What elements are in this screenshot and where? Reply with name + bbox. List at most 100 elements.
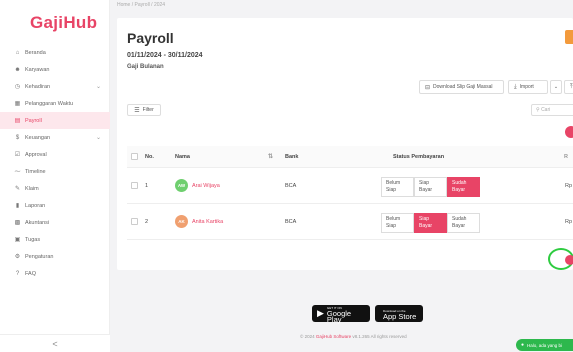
app-store-links: ▶ GET IT ON Google Play Download on the Ap…: [312, 305, 423, 324]
dollar-icon: $: [15, 134, 20, 141]
clock-icon: ◷: [14, 84, 21, 90]
row-number: 1: [145, 183, 149, 189]
import-button[interactable]: ⤓ Import: [508, 80, 548, 94]
sidebar-item-label: Kehadiran: [25, 83, 51, 90]
payment-status-group: Belum Siap Siap Bayar Sudah Bayar: [381, 177, 480, 197]
export-button[interactable]: ⤒E: [564, 80, 573, 94]
sidebar-item-laporan[interactable]: ▮ Laporan: [0, 197, 110, 214]
chat-widget-button[interactable]: ● Halo, ada yang bi: [516, 339, 573, 351]
header-amount: R: [564, 153, 568, 160]
task-icon: ▣: [14, 237, 21, 243]
sidebar-item-label: Timeline: [25, 168, 46, 175]
sidebar-item-karyawan[interactable]: ☻ Karyawan: [0, 61, 110, 78]
header-nama[interactable]: Nama: [175, 154, 190, 160]
sidebar-item-label: Approval: [25, 151, 47, 158]
sidebar: GajiHub ⌂ Beranda ☻ Karyawan ◷ Kehadiran ⌄ ▦…: [0, 0, 110, 352]
sidebar-item-akuntansi[interactable]: ▩ Akuntansi: [0, 214, 110, 231]
sidebar-item-faq[interactable]: ? FAQ: [0, 265, 110, 282]
calendar-icon: ▦: [14, 101, 21, 107]
status-belum-siap-button[interactable]: Belum Siap: [381, 177, 414, 197]
sidebar-item-approval[interactable]: ☑ Approval: [0, 146, 110, 163]
sidebar-item-tugas[interactable]: ▣ Tugas: [0, 231, 110, 248]
download-payslip-button[interactable]: ⊟ Download Slip Gaji Massal: [419, 80, 504, 94]
header-no: No.: [145, 153, 154, 160]
status-siap-bayar-button[interactable]: Siap Bayar: [414, 213, 447, 233]
status-siap-bayar-button[interactable]: Siap Bayar: [414, 177, 447, 197]
payroll-table: No. Nama ⇅ Bank Status Pembayaran R 1 AW…: [127, 146, 573, 240]
amount-value: Rp: [565, 183, 573, 189]
chevron-down-icon: ⌄: [95, 135, 101, 141]
sidebar-item-label: Tugas: [25, 236, 41, 243]
row-checkbox[interactable]: [131, 182, 138, 189]
copyright-text: © 2024 GajiHub Software v8.1.265 All rig…: [300, 334, 407, 339]
app-store-label: App Store: [383, 311, 417, 321]
add-button[interactable]: [565, 126, 573, 138]
sidebar-collapse-button[interactable]: <: [0, 334, 110, 352]
sidebar-item-kehadiran[interactable]: ◷ Kehadiran ⌄: [0, 78, 110, 95]
import-icon: ⤓: [514, 83, 517, 90]
sidebar-menu: ⌂ Beranda ☻ Karyawan ◷ Kehadiran ⌄ ▦ Pelangga…: [0, 44, 110, 282]
google-play-label: Google Play: [326, 308, 352, 324]
sidebar-item-payroll[interactable]: ▤ Payroll: [0, 112, 110, 129]
chat-icon: ●: [521, 342, 525, 348]
pay-type-label: Gaji Bulanan: [127, 64, 164, 70]
filter-label: Filter: [142, 107, 154, 113]
employee-name-link[interactable]: Anita Kartika: [192, 219, 223, 225]
filter-icon: ☰: [134, 107, 140, 114]
question-icon: ?: [15, 270, 20, 277]
sort-icon[interactable]: ⇅: [268, 153, 273, 160]
sidebar-item-label: Pelanggaran Waktu: [25, 100, 74, 107]
export-icon: ⤒: [570, 83, 573, 90]
avatar: AW: [175, 179, 188, 192]
page-title: Payroll: [127, 30, 174, 46]
filter-button[interactable]: ☰ Filter: [127, 104, 161, 116]
more-options-button[interactable]: ⌄: [550, 80, 562, 94]
sidebar-item-label: Pengaturan: [25, 253, 54, 260]
payroll-card: Payroll 01/11/2024 - 30/11/2024 Gaji Bul…: [117, 18, 573, 270]
copyright-suffix: v8.1.265 All rights reserved: [352, 334, 407, 339]
sidebar-item-beranda[interactable]: ⌂ Beranda: [0, 44, 110, 61]
bank-value: BCA: [285, 219, 297, 225]
sidebar-item-label: Akuntansi: [25, 219, 50, 226]
sidebar-item-label: Keuangan: [25, 134, 51, 141]
bank-value: BCA: [285, 183, 297, 189]
select-all-checkbox[interactable]: [131, 153, 138, 160]
header-status: Status Pembayaran: [393, 153, 445, 160]
check-icon: ☑: [14, 152, 21, 158]
app-logo[interactable]: GajiHub: [30, 13, 97, 33]
app-store-button[interactable]: Download on the App Store: [375, 305, 423, 322]
sidebar-item-klaim[interactable]: ✎ Klaim: [0, 180, 110, 197]
home-icon: ⌂: [15, 49, 20, 56]
search-input[interactable]: ⚲ Cari: [531, 104, 573, 116]
sidebar-item-pengaturan[interactable]: ⚙ Pengaturan: [0, 248, 110, 265]
sidebar-item-timeline[interactable]: ⁓ Timeline: [0, 163, 110, 180]
status-sudah-bayar-button[interactable]: Sudah Bayar: [447, 213, 480, 233]
avatar: AK: [175, 215, 188, 228]
breadcrumb: Home / Payroll / 2024: [117, 2, 166, 8]
sidebar-item-label: Payroll: [25, 117, 42, 124]
chat-label: Halo, ada yang bi: [527, 342, 563, 348]
status-sudah-bayar-button[interactable]: Sudah Bayar: [447, 177, 480, 197]
sidebar-item-label: Beranda: [25, 49, 46, 56]
copyright-brand-link[interactable]: GajiHub Software: [316, 334, 351, 339]
chevron-down-icon: ⌄: [553, 84, 559, 90]
employee-name-link[interactable]: Arai Wijaya: [192, 183, 220, 189]
google-play-button[interactable]: ▶ GET IT ON Google Play: [312, 305, 370, 324]
sidebar-item-keuangan[interactable]: $ Keuangan ⌄: [0, 129, 110, 146]
table-row: 1 AW Arai Wijaya BCA Belum Siap Siap Bay…: [127, 168, 573, 204]
gear-icon: ⚙: [14, 254, 21, 260]
sidebar-item-pelanggaran-waktu[interactable]: ▦ Pelanggaran Waktu: [0, 95, 110, 112]
action-button-orange[interactable]: [565, 30, 573, 44]
floating-action-button[interactable]: [565, 255, 573, 265]
search-icon: ⚲: [536, 107, 540, 113]
payroll-period: 01/11/2024 - 30/11/2024: [127, 52, 203, 59]
report-icon: ▮: [15, 203, 20, 209]
search-placeholder: Cari: [541, 107, 551, 113]
status-belum-siap-button[interactable]: Belum Siap: [381, 213, 414, 233]
header-bank: Bank: [285, 153, 299, 160]
sidebar-item-label: Laporan: [25, 202, 46, 209]
row-checkbox[interactable]: [131, 218, 138, 225]
user-icon: ☻: [14, 66, 21, 73]
download-payslip-label: Download Slip Gaji Massal: [433, 84, 493, 90]
import-label: Import: [519, 84, 534, 90]
